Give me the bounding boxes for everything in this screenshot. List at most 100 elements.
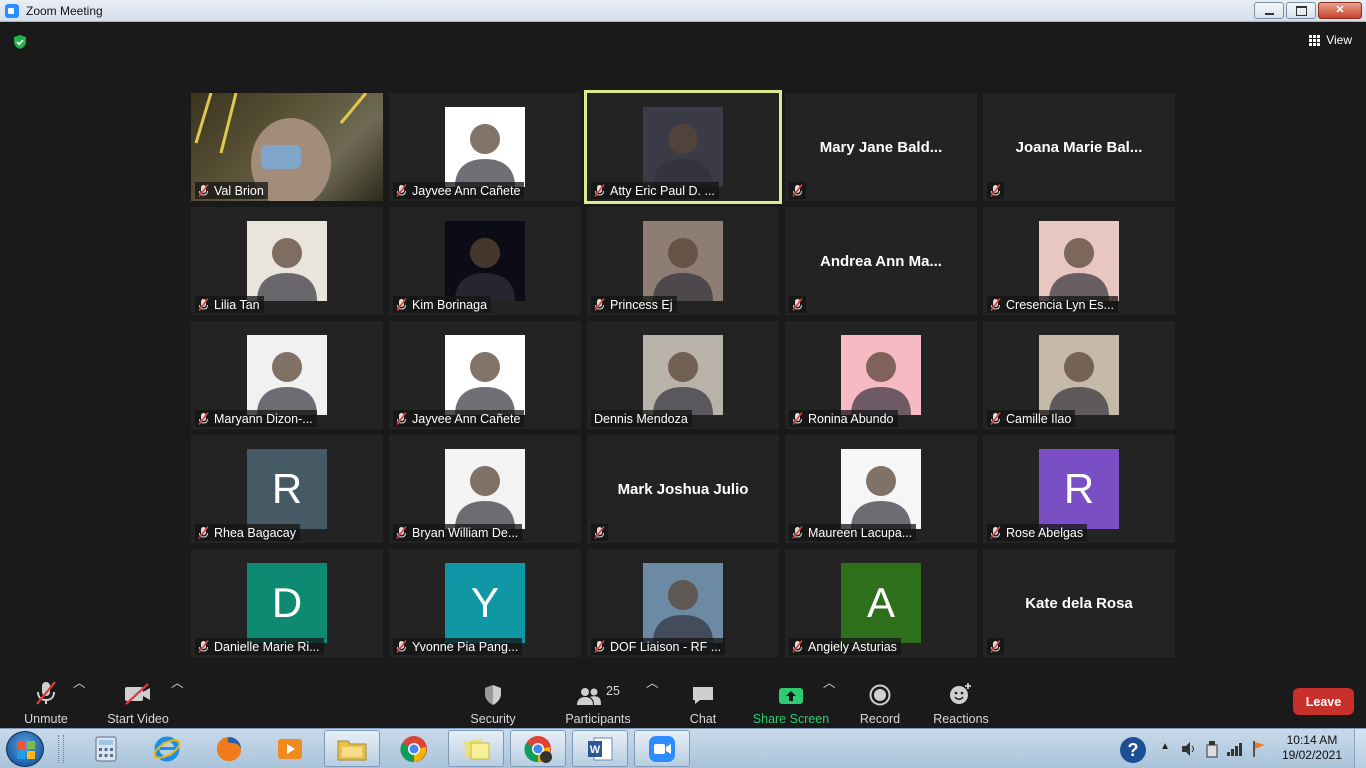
participants-caret-icon[interactable]: ︿ xyxy=(646,672,659,728)
participant-initial-avatar: R xyxy=(1039,449,1119,529)
muted-mic-icon xyxy=(198,412,209,425)
participant-name-label: Dennis Mendoza xyxy=(591,410,692,427)
share-screen-icon xyxy=(779,688,803,704)
taskbar-sticky-notes[interactable] xyxy=(448,730,504,767)
participant-profile-photo xyxy=(643,221,723,301)
taskbar-firefox[interactable] xyxy=(201,730,257,767)
participant-tile[interactable]: Dennis Mendoza xyxy=(587,321,779,429)
record-label: Record xyxy=(859,712,901,726)
participant-tile[interactable]: R Rose Abelgas xyxy=(983,435,1175,543)
participant-name: Maryann Dizon-... xyxy=(214,411,313,426)
folder-icon xyxy=(337,740,367,760)
participant-tile[interactable]: Ronina Abundo xyxy=(785,321,977,429)
muted-mic-icon xyxy=(792,184,803,197)
participant-tile[interactable]: A Angiely Asturias xyxy=(785,549,977,657)
participant-tile[interactable]: Lilia Tan xyxy=(191,207,383,315)
clock[interactable]: 10:14 AM 19/02/2021 xyxy=(1282,733,1342,763)
participant-name: Jayvee Ann Cañete xyxy=(412,411,521,426)
internet-explorer-icon xyxy=(153,736,181,761)
participant-tile[interactable]: Mary Jane Bald... xyxy=(785,93,977,201)
participant-tile[interactable]: Val Brion xyxy=(191,93,383,201)
participant-tile[interactable]: Kate dela Rosa xyxy=(983,549,1175,657)
participant-profile-photo xyxy=(1039,335,1119,415)
participant-tile[interactable]: Joana Marie Bal... xyxy=(983,93,1175,201)
taskbar-calculator[interactable] xyxy=(78,730,134,767)
participant-tile[interactable]: Mark Joshua Julio xyxy=(587,435,779,543)
participant-tile[interactable]: D Danielle Marie Ri... xyxy=(191,549,383,657)
muted-mic-icon xyxy=(792,526,803,539)
participant-tile[interactable]: Maryann Dizon-... xyxy=(191,321,383,429)
muted-mic-icon xyxy=(792,640,803,653)
participant-tile[interactable]: Bryan William De... xyxy=(389,435,581,543)
participants-button[interactable]: 25 Participants xyxy=(562,672,634,728)
participant-name-label: Yvonne Pia Pang... xyxy=(393,638,523,655)
participant-tile[interactable]: Jayvee Ann Cañete xyxy=(389,321,581,429)
taskbar-chrome[interactable] xyxy=(386,730,442,767)
participant-tile[interactable]: Atty Eric Paul D. ... xyxy=(584,90,782,204)
security-label: Security xyxy=(470,712,516,726)
participant-tile[interactable]: Andrea Ann Ma... xyxy=(785,207,977,315)
volume-icon[interactable] xyxy=(1180,741,1198,757)
chat-button[interactable]: Chat xyxy=(683,672,723,728)
windows-logo-icon xyxy=(17,741,35,759)
participant-name-label xyxy=(789,296,806,313)
participant-name-label: Jayvee Ann Cañete xyxy=(393,410,525,427)
signal-strength-icon[interactable] xyxy=(1226,741,1244,757)
restore-button[interactable] xyxy=(1286,2,1316,19)
taskbar-file-explorer[interactable] xyxy=(324,730,380,767)
security-button[interactable]: Security xyxy=(466,672,520,728)
participant-initial-avatar: R xyxy=(247,449,327,529)
participant-tile[interactable]: Y Yvonne Pia Pang... xyxy=(389,549,581,657)
taskbar-zoom[interactable] xyxy=(634,730,690,767)
muted-mic-icon xyxy=(594,298,605,311)
participant-name-label: Rhea Bagacay xyxy=(195,524,301,541)
svg-text:?: ? xyxy=(1128,740,1139,760)
action-center-flag-icon[interactable] xyxy=(1250,739,1268,759)
participant-tile[interactable]: Camille Ilao xyxy=(983,321,1175,429)
taskbar-chrome-profile[interactable] xyxy=(510,730,566,767)
minimize-button[interactable] xyxy=(1254,2,1284,19)
chat-label: Chat xyxy=(689,712,717,726)
taskbar-media-player[interactable] xyxy=(262,730,318,767)
video-options-caret-icon[interactable]: ︿ xyxy=(171,672,184,728)
participant-tile[interactable]: R Rhea Bagacay xyxy=(191,435,383,543)
participant-name-center: Kate dela Rosa xyxy=(1025,594,1133,612)
participant-name-label: Maryann Dizon-... xyxy=(195,410,317,427)
show-hidden-icons-icon[interactable]: ▲ xyxy=(1160,741,1170,752)
share-screen-caret-icon[interactable]: ︿ xyxy=(823,672,836,728)
participant-profile-photo xyxy=(445,449,525,529)
start-button[interactable] xyxy=(6,731,44,767)
participant-name-label: Maureen Lacupa... xyxy=(789,524,917,541)
taskbar-word[interactable]: W xyxy=(572,730,628,767)
participant-tile[interactable]: Princess Ej xyxy=(587,207,779,315)
help-icon[interactable]: ? xyxy=(1118,735,1148,765)
participant-name-label xyxy=(591,524,608,541)
grid-view-icon xyxy=(1309,34,1321,46)
audio-options-caret-icon[interactable]: ︿ xyxy=(73,672,86,728)
participant-name: Rose Abelgas xyxy=(1006,525,1084,540)
participant-tile[interactable]: Cresencia Lyn Es... xyxy=(983,207,1175,315)
view-button[interactable]: View xyxy=(1309,33,1352,47)
power-icon[interactable] xyxy=(1204,740,1220,758)
close-button[interactable] xyxy=(1318,2,1362,19)
participant-name: Danielle Marie Ri... xyxy=(214,639,320,654)
show-desktop-button[interactable] xyxy=(1354,729,1366,768)
muted-mic-icon xyxy=(396,298,407,311)
participant-tile[interactable]: DOF Liaison - RF ... xyxy=(587,549,779,657)
participant-profile-photo xyxy=(247,221,327,301)
unmute-button[interactable]: Unmute xyxy=(14,672,78,728)
participant-tile[interactable]: Maureen Lacupa... xyxy=(785,435,977,543)
share-screen-button[interactable]: Share Screen xyxy=(752,672,830,728)
calculator-icon xyxy=(95,736,117,761)
participant-tile[interactable]: Jayvee Ann Cañete xyxy=(389,93,581,201)
muted-mic-icon xyxy=(990,412,1001,425)
reactions-button[interactable]: Reactions xyxy=(930,672,992,728)
start-video-button[interactable]: Start Video xyxy=(104,672,172,728)
taskbar-internet-explorer[interactable] xyxy=(139,730,195,767)
leave-button[interactable]: Leave xyxy=(1293,688,1354,715)
encryption-shield-icon[interactable] xyxy=(12,34,28,50)
participant-name-label: DOF Liaison - RF ... xyxy=(591,638,726,655)
record-button[interactable]: Record xyxy=(857,672,903,728)
view-label: View xyxy=(1326,33,1352,47)
participant-tile[interactable]: Kim Borinaga xyxy=(389,207,581,315)
